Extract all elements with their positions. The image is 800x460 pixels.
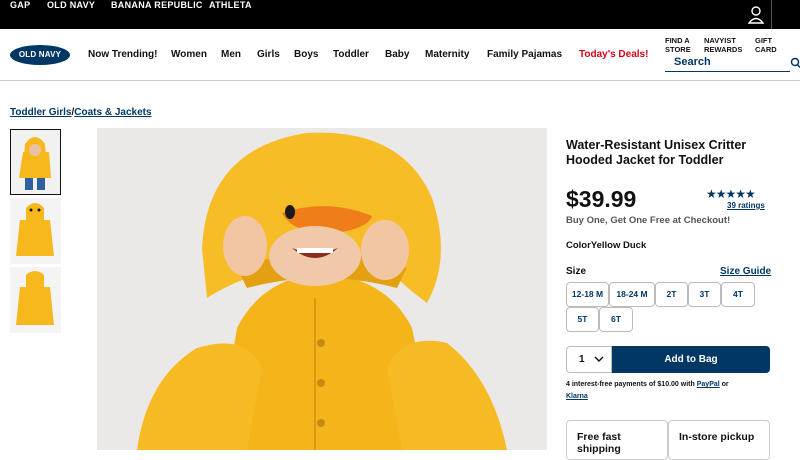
color-value: Yellow Duck [591,240,646,251]
nav-todays-deals[interactable]: Today's Deals! [579,49,648,61]
gift-card-link[interactable]: GIFT CARD [755,36,777,54]
thumbnail-jacket-image [11,130,60,194]
pay-or: or [722,381,729,388]
add-to-bag-button[interactable]: Add to Bag [612,346,770,373]
product-thumbnail-3[interactable] [10,267,61,333]
find-a-store-link[interactable]: FIND A STORE [665,36,691,54]
product-thumbnail-2[interactable] [10,198,61,264]
breadcrumb: Toddler Girls/Coats & Jackets [10,107,152,119]
nav-now-trending[interactable]: Now Trending! [88,49,157,61]
navyist-rewards-link[interactable]: NAVYIST REWARDS [704,36,742,54]
old-navy-logo[interactable]: OLD NAVY [10,45,70,65]
thumbnail-jacket-hood-image [10,198,61,262]
main-nav: OLD NAVY Now Trending! Women Men Girls B… [0,29,800,81]
bag-icon-slot[interactable] [771,0,800,29]
size-option-5t[interactable]: 5T [566,307,599,332]
color-selection: ColorYellow Duck [566,240,646,251]
pickup-label: In-store pickup [679,431,769,443]
pickup-option-card[interactable]: In-store pickup [668,420,770,460]
nav-baby[interactable]: Baby [385,49,409,61]
find-a-store-line1: FIND A [665,36,691,45]
product-main-image[interactable] [97,128,547,450]
brand-athleta[interactable]: ATHLETA [209,0,252,11]
thumbnail-jacket-back-image [10,267,61,333]
ratings-count-link[interactable]: 39 ratings [727,201,765,210]
shipping-line2: shipping [577,443,667,455]
nav-men[interactable]: Men [221,49,241,61]
pay-text: 4 interest-free payments of $10.00 with [566,381,695,388]
account-icon[interactable] [741,5,771,25]
quantity-select[interactable]: 1 [566,346,612,373]
navyist-rewards-line1: NAVYIST [704,36,742,45]
nav-women[interactable]: Women [171,49,207,61]
klarna-link[interactable]: Klarna [566,393,588,400]
size-option-6t[interactable]: 6T [599,307,633,332]
size-option-18-24m[interactable]: 18-24 M [609,282,655,307]
search-icon[interactable] [790,57,800,69]
search-input[interactable]: Search [665,54,790,72]
nav-family-pajamas[interactable]: Family Pajamas [487,49,562,61]
find-a-store-line2: STORE [665,45,691,54]
nav-boys[interactable]: Boys [294,49,318,61]
brand-old-navy[interactable]: OLD NAVY [47,0,95,11]
navyist-rewards-line2: REWARDS [704,45,742,54]
size-option-2t[interactable]: 2T [655,282,688,307]
color-label: Color [566,240,591,251]
size-option-4t[interactable]: 4T [721,282,755,307]
size-option-12-18m[interactable]: 12-18 M [566,282,609,307]
chevron-down-icon [594,355,604,363]
installment-payments-text: 4 interest-free payments of $10.00 with … [566,379,770,403]
size-guide-link[interactable]: Size Guide [720,266,771,277]
size-option-3t[interactable]: 3T [688,282,721,307]
size-label: Size [566,266,586,277]
brand-gap[interactable]: GAP [10,0,30,11]
quantity-value: 1 [579,354,585,365]
nav-maternity[interactable]: Maternity [425,49,469,61]
breadcrumb-coats-jackets[interactable]: Coats & Jackets [74,107,151,118]
gift-card-line1: GIFT [755,36,777,45]
shipping-line1: Free fast [577,431,667,443]
paypal-link[interactable]: PayPal [697,381,720,388]
shipping-option-card[interactable]: Free fast shipping [566,420,668,460]
brand-bar: GAP OLD NAVY BANANA REPUBLIC ATHLETA [0,0,800,29]
search-label: Search [674,56,711,68]
breadcrumb-toddler-girls[interactable]: Toddler Girls [10,107,72,118]
promo-text: Buy One, Get One Free at Checkout! [566,215,730,226]
product-price: $39.99 [566,186,636,212]
product-title: Water-Resistant Unisex Critter Hooded Ja… [566,138,776,168]
nav-girls[interactable]: Girls [257,49,280,61]
product-thumbnail-1[interactable] [10,129,61,195]
rating-stars[interactable]: ★★★★★ [706,188,755,200]
nav-toddler[interactable]: Toddler [333,49,369,61]
brand-banana-republic[interactable]: BANANA REPUBLIC [111,0,203,11]
gift-card-line2: CARD [755,45,777,54]
duck-jacket-photo [97,128,547,450]
